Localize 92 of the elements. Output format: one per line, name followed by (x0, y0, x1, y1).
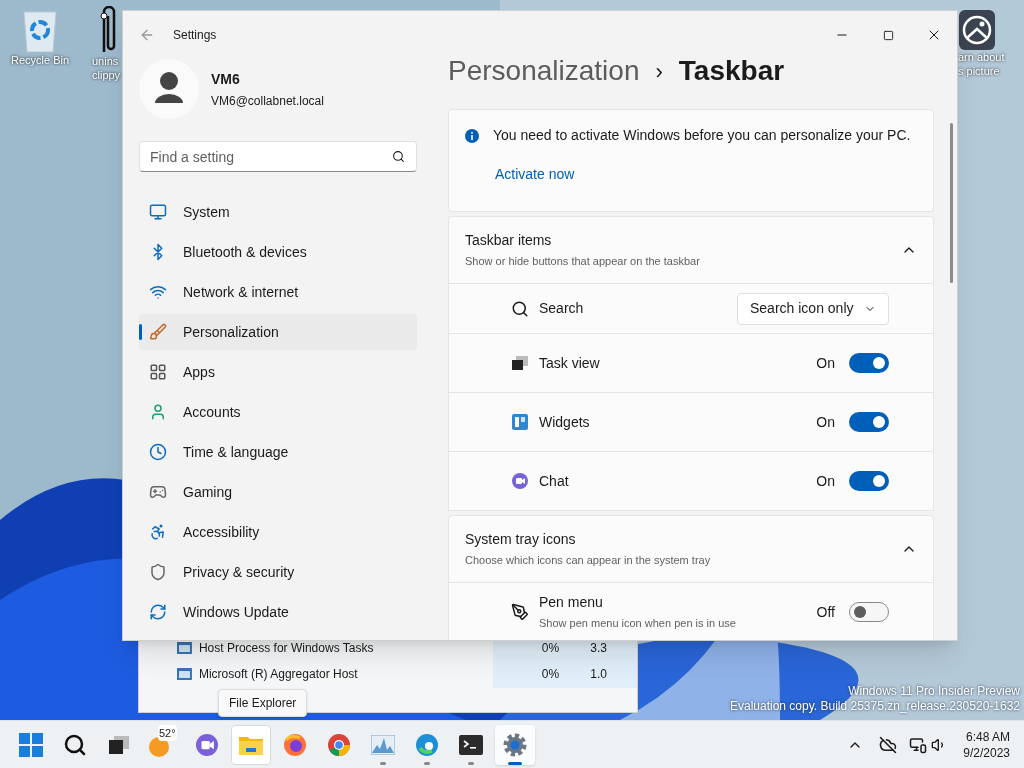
search-icon (392, 150, 405, 163)
setting-label: Search (539, 299, 585, 318)
nav-item[interactable]: Apps (139, 354, 417, 390)
setting-label: Pen menu (539, 593, 604, 613)
nav-item[interactable]: Accounts (139, 394, 417, 430)
nav-item[interactable]: Privacy & security (139, 554, 417, 590)
gear-icon (503, 732, 527, 757)
section-subtitle: Choose which icons can appear in the system tray (465, 553, 712, 569)
nav-item[interactable]: Time & language (139, 434, 417, 470)
toggle-state-text: On (816, 471, 835, 491)
nav-item[interactable]: Network & internet (139, 274, 417, 310)
fox-browser-icon (284, 733, 306, 756)
process-name: Host Process for Windows Tasks (198, 640, 375, 657)
nav-item[interactable]: Gaming (139, 474, 417, 510)
toggle-state-text: On (816, 353, 835, 373)
round-browser-icon (328, 733, 350, 756)
toggle-state-text: On (816, 412, 835, 432)
setting-label: Task view (539, 353, 601, 373)
tooltip: File Explorer (218, 689, 308, 717)
sun-icon (149, 736, 169, 757)
folder-icon (239, 734, 263, 755)
clock[interactable]: 6:48 AM 9/2/2023 (963, 728, 1010, 761)
setting-description: Show pen menu icon when pen is in use (539, 616, 737, 632)
maximize-icon (882, 29, 894, 41)
section-header[interactable]: System tray icons Choose which icons can appear in the system tray (448, 515, 934, 583)
taskbar-button[interactable]: 52° (143, 724, 183, 765)
video-chat-icon (196, 733, 218, 756)
accessibility-icon (149, 523, 167, 541)
search-field[interactable]: Find a setting (139, 141, 417, 172)
landscape-icon[interactable] (959, 10, 995, 50)
toggle-state-text: Off (816, 602, 835, 622)
brush-icon (149, 323, 167, 341)
toggle-switch[interactable] (849, 412, 889, 432)
window-app-icon (177, 668, 192, 680)
refresh-icon (149, 603, 167, 621)
icon-label: unins (91, 54, 119, 68)
setting-label: Chat (539, 471, 570, 491)
monitor-icon (149, 203, 167, 221)
recycle-bin-icon[interactable] (22, 10, 58, 52)
section-header[interactable]: Taskbar items Show or hide buttons that appear on the taskbar (448, 216, 934, 284)
nav-item[interactable]: Bluetooth & devices (139, 234, 417, 270)
window-title: Settings (173, 27, 217, 44)
nav-item[interactable]: Accessibility (139, 514, 417, 550)
video-chat-icon (512, 473, 528, 489)
breadcrumb-separator: › (655, 57, 663, 86)
page-title: Taskbar (678, 54, 785, 88)
wifi-icon (149, 283, 167, 301)
network-icon[interactable] (909, 735, 928, 754)
nav-item[interactable]: System (139, 194, 417, 230)
nav-item[interactable]: Personalization (139, 314, 417, 350)
windows-logo-icon (19, 732, 43, 757)
icon-label: arn about (958, 50, 1005, 64)
user-email: VM6@collabnet.local (211, 92, 324, 110)
clock-icon (149, 443, 167, 461)
person-icon (149, 403, 167, 421)
task-view-icon (512, 356, 528, 370)
cpu-cell: 0% (492, 660, 568, 688)
widgets-icon (512, 414, 528, 430)
chart-window-icon (371, 734, 395, 755)
setting-label: Widgets (539, 412, 591, 432)
section-title: System tray icons (465, 530, 577, 550)
scrollbar-thumb[interactable] (950, 123, 953, 283)
notice-text: You need to activate Windows before you can personalize your PC. (493, 126, 911, 145)
window-app-icon (177, 642, 192, 654)
temperature-text: 52° (158, 724, 177, 741)
task-view-icon (109, 735, 129, 754)
icon-label: Recycle Bin (10, 53, 70, 68)
nav-item[interactable]: Windows Update (139, 594, 417, 630)
pen-icon (511, 603, 529, 621)
grid-icon (149, 363, 167, 381)
shield-icon (149, 563, 167, 581)
memory-cell: 1.0 (567, 660, 637, 688)
toggle-switch[interactable] (849, 353, 889, 373)
cloud-off-icon[interactable] (879, 735, 898, 754)
toggle-switch[interactable] (849, 471, 889, 491)
search-mode-dropdown[interactable]: Search icon only (737, 292, 889, 325)
info-icon (465, 128, 479, 143)
toggle-switch[interactable] (849, 602, 889, 622)
icon-label: s picture (958, 64, 1000, 78)
user-name: VM6 (211, 69, 241, 89)
search-icon (63, 732, 87, 757)
breadcrumb-parent[interactable]: Personalization (448, 50, 640, 92)
terminal-icon (459, 734, 483, 755)
wave-browser-icon (416, 733, 438, 756)
section-title: Taskbar items (465, 231, 553, 251)
search-icon (511, 299, 529, 318)
activate-link[interactable]: Activate now (495, 164, 917, 185)
gamepad-icon (149, 483, 167, 501)
avatar-icon[interactable] (139, 59, 199, 119)
icon-label: clippy (91, 68, 121, 82)
section-subtitle: Show or hide buttons that appear on the taskbar (465, 254, 701, 270)
process-name: Microsoft (R) Aggregator Host (198, 666, 359, 683)
